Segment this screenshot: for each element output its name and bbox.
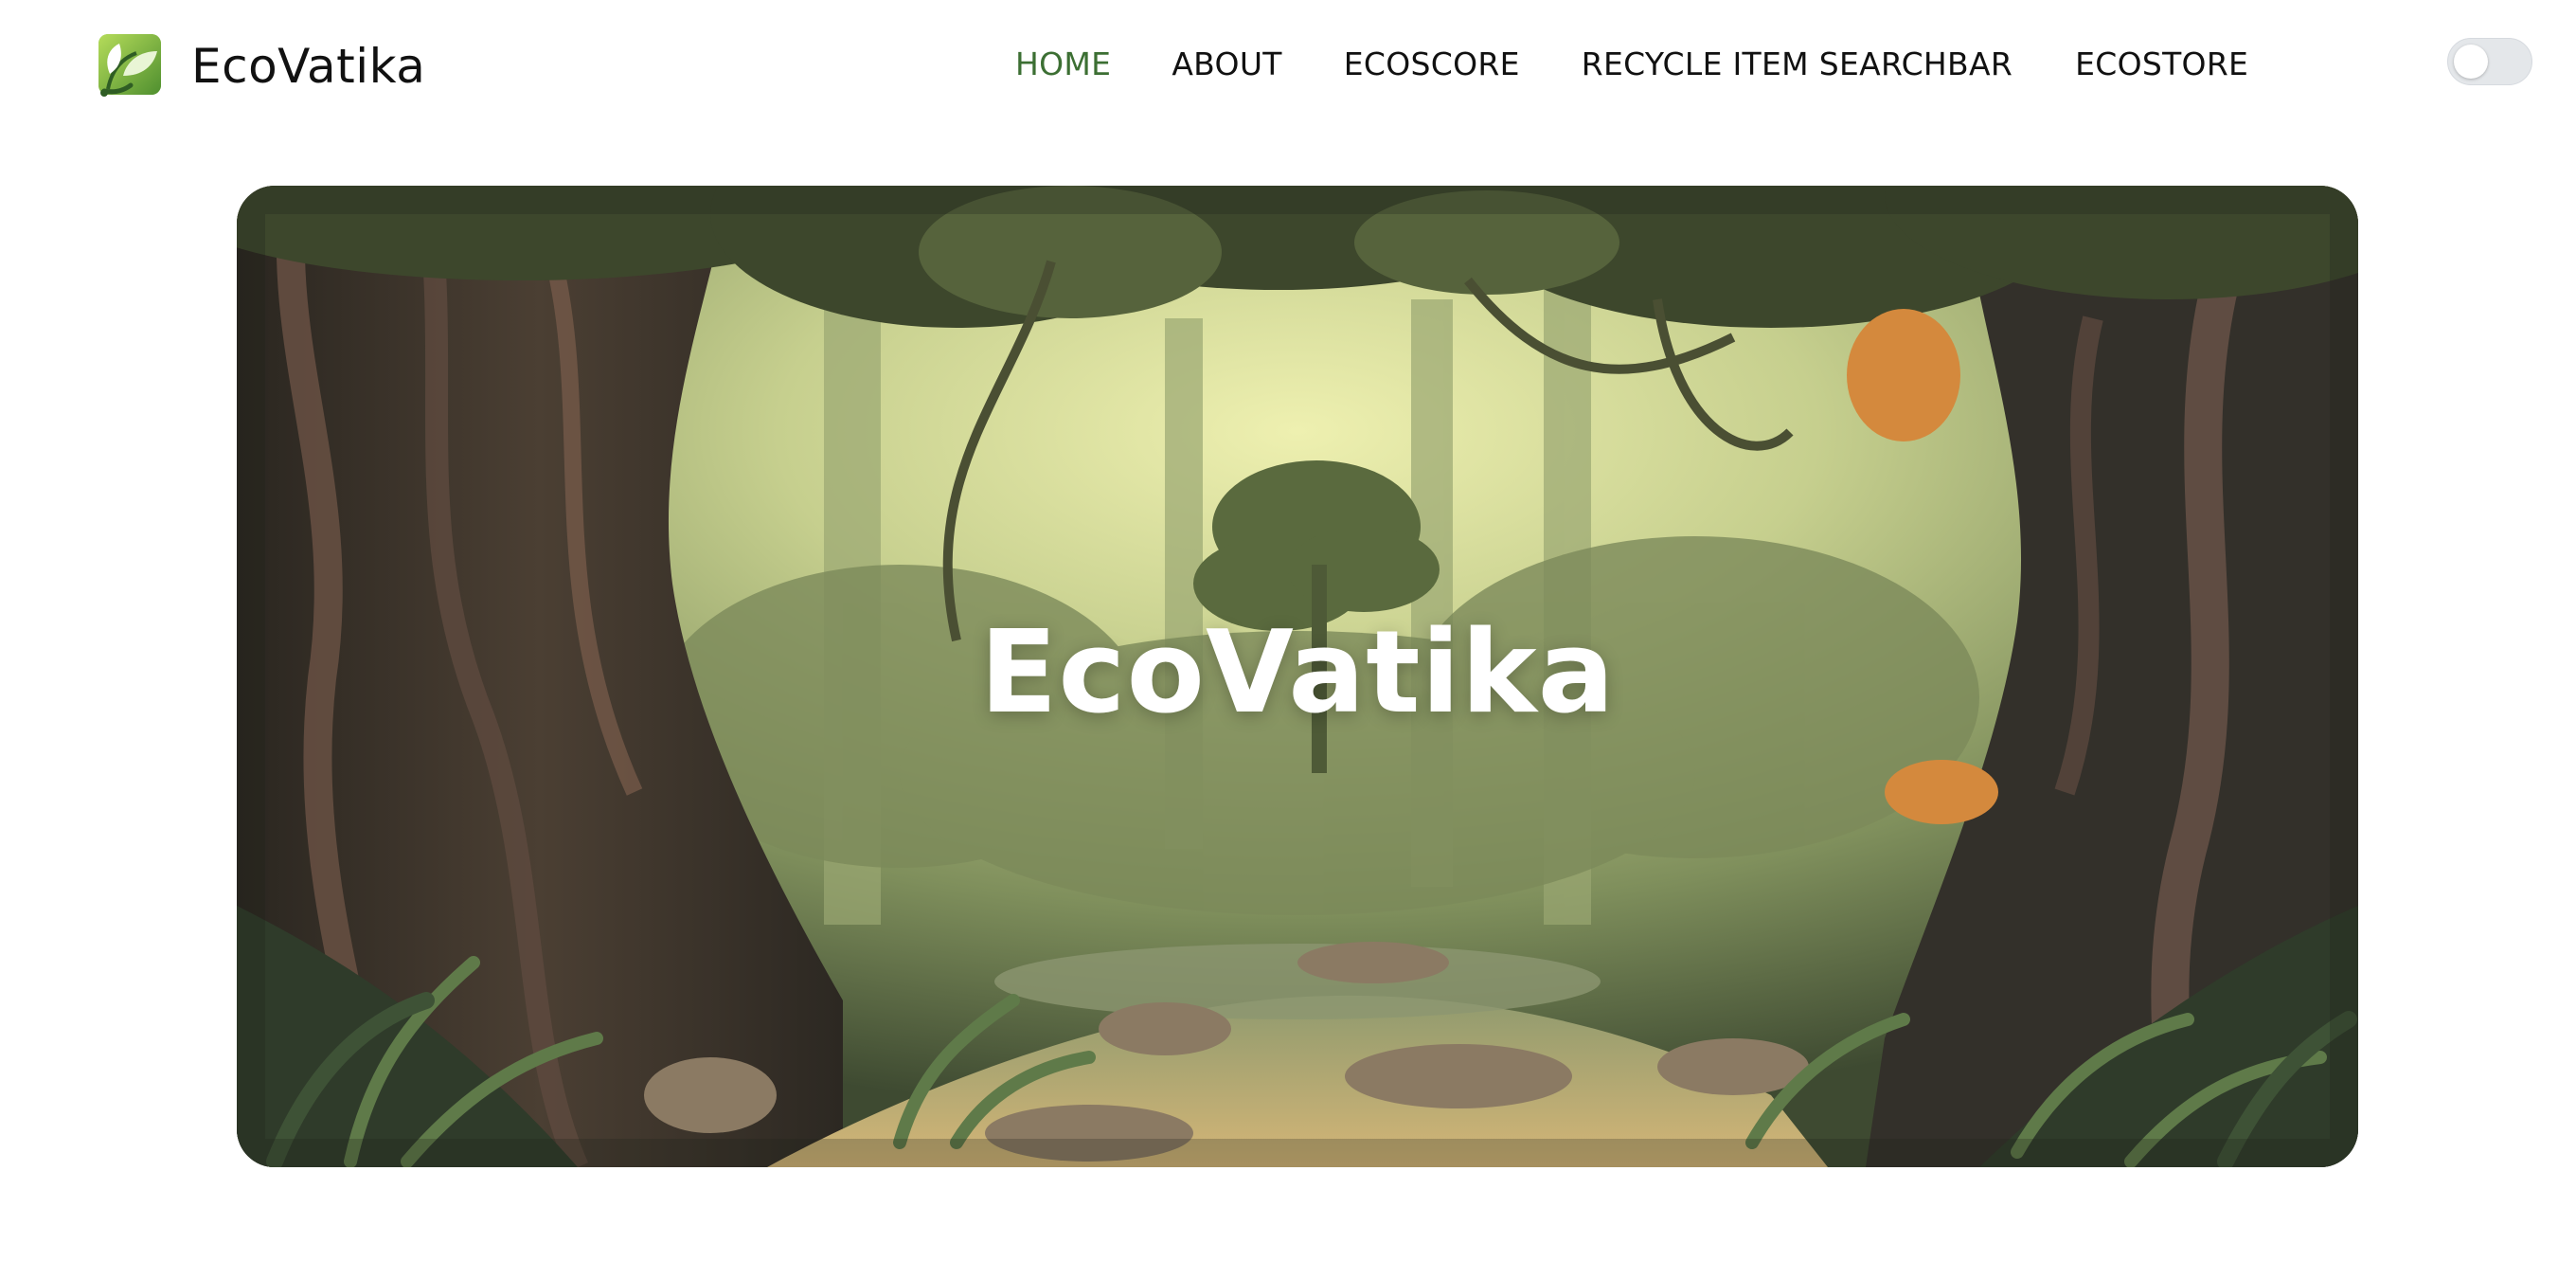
brand-name: EcoVatika	[191, 39, 426, 94]
nav-ecoscore[interactable]: ECOSCORE	[1344, 45, 1520, 82]
main-nav: HOME ABOUT ECOSCORE RECYCLE ITEM SEARCHB…	[1015, 45, 2248, 82]
nav-recycle-item-searchbar[interactable]: RECYCLE ITEM SEARCHBAR	[1582, 45, 2012, 82]
brand-link[interactable]: EcoVatika	[95, 32, 425, 100]
page: EcoVatika HOME ABOUT ECOSCORE RECYCLE IT…	[0, 0, 2576, 1279]
theme-toggle[interactable]	[2447, 38, 2532, 85]
hero-title: EcoVatika	[979, 607, 1616, 739]
nav-home[interactable]: HOME	[1015, 45, 1111, 82]
header: EcoVatika HOME ABOUT ECOSCORE RECYCLE IT…	[0, 0, 2576, 137]
leaf-logo-icon	[98, 34, 161, 97]
hero-banner: EcoVatika	[237, 186, 2358, 1167]
nav-ecostore[interactable]: ECOSTORE	[2075, 45, 2248, 82]
nav-about[interactable]: ABOUT	[1172, 45, 1281, 82]
toggle-knob	[2454, 45, 2488, 79]
